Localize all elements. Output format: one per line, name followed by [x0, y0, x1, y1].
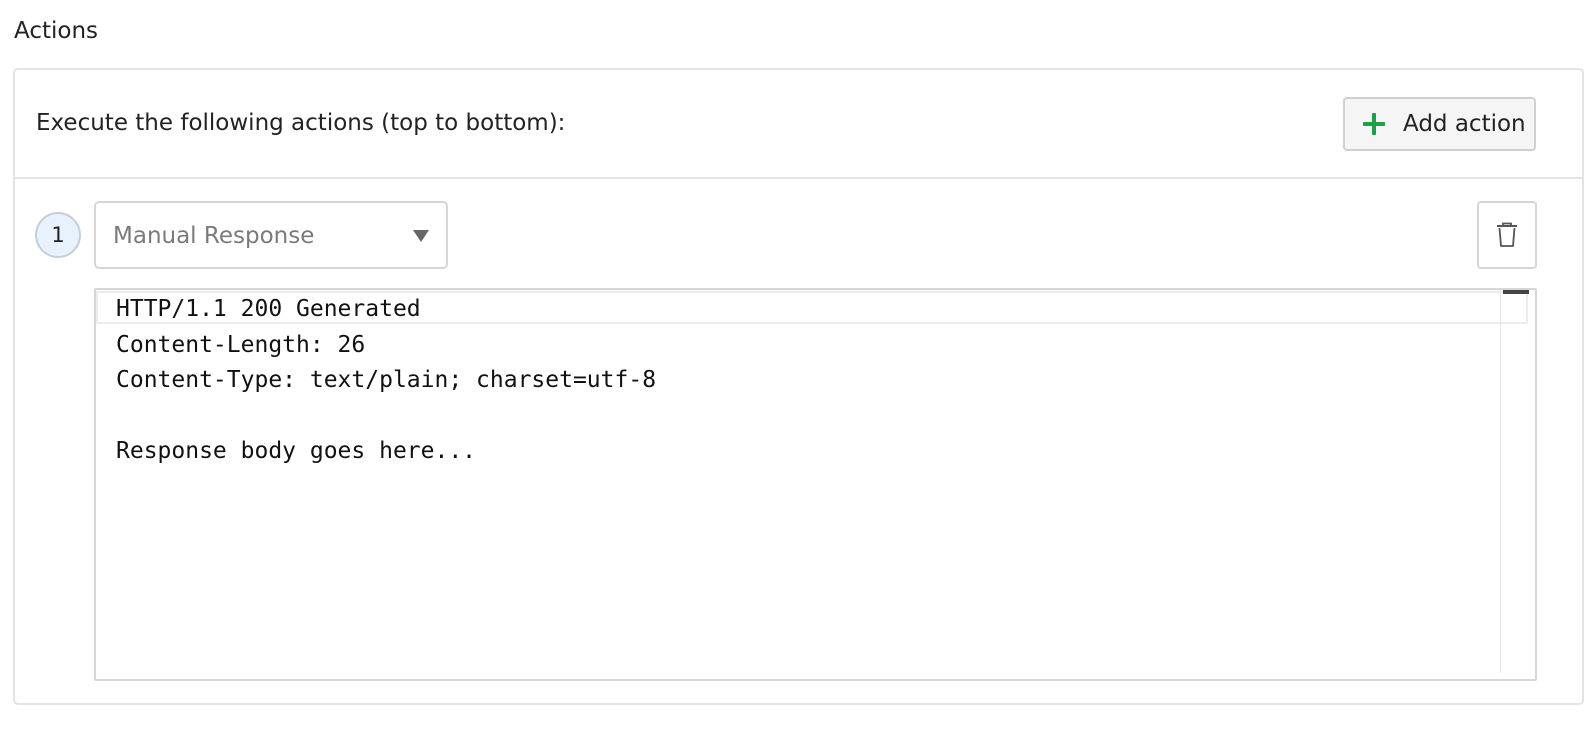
action-type-value: Manual Response — [113, 223, 315, 249]
plus-icon — [1363, 113, 1385, 135]
add-action-label: Add action — [1403, 111, 1526, 137]
chevron-down-icon — [413, 230, 429, 242]
trash-icon — [1497, 222, 1517, 247]
action-type-select[interactable]: Manual Response — [94, 201, 448, 269]
add-action-button[interactable]: Add action — [1343, 97, 1536, 151]
actions-panel-header: Execute the following actions (top to bo… — [15, 70, 1582, 179]
delete-action-button[interactable] — [1477, 201, 1537, 269]
section-title: Actions — [14, 18, 99, 44]
actions-panel: Execute the following actions (top to bo… — [13, 68, 1584, 705]
step-number-badge: 1 — [35, 212, 81, 258]
editor-scrollbar-thumb[interactable] — [1503, 290, 1529, 294]
instructions-text: Execute the following actions (top to bo… — [36, 110, 566, 136]
editor-line: HTTP/1.1 200 Generated — [116, 296, 421, 322]
editor-scrollbar[interactable] — [1500, 290, 1531, 673]
editor-line: Response body goes here... — [116, 438, 477, 464]
response-editor[interactable]: HTTP/1.1 200 Generated Content-Length: 2… — [94, 288, 1537, 681]
editor-line: Content-Type: text/plain; charset=utf-8 — [116, 367, 657, 393]
editor-line: Content-Length: 26 — [116, 331, 366, 358]
editor-code[interactable]: HTTP/1.1 200 Generated Content-Length: 2… — [116, 292, 656, 470]
